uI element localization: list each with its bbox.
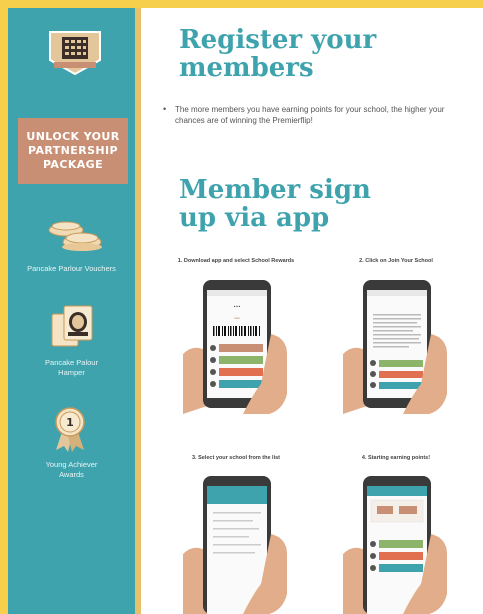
heading-register-members: Register your members <box>179 25 377 83</box>
award-ribbon-icon: 1 <box>55 407 85 452</box>
svg-text:•••: ••• <box>233 304 240 309</box>
step-title-4: 4. Starting earning points! <box>361 455 431 461</box>
svg-text:—: — <box>234 315 240 322</box>
phone-step-2-illustration <box>343 280 447 414</box>
banner-text: UNLOCK YOUR PARTNERSHIP PACKAGE <box>26 130 120 171</box>
phone-step-1-illustration: ••• — <box>183 280 287 414</box>
step-title-3: 3. Select your school from the list <box>191 455 281 461</box>
main-content: Register your members • The more members… <box>141 8 483 614</box>
unlock-package-banner: UNLOCK YOUR PARTNERSHIP PACKAGE <box>18 118 128 184</box>
school-logo-icon <box>49 31 101 76</box>
phone-step-3-illustration <box>183 476 287 614</box>
bullet-dot-icon: • <box>163 104 167 114</box>
document-page: UNLOCK YOUR PARTNERSHIP PACKAGE Pancake … <box>8 8 483 614</box>
step-title-1: 1. Download app and select School Reward… <box>177 258 295 264</box>
bullet-text: The more members you have earning points… <box>175 105 445 125</box>
perk-label-vouchers: Pancake Parlour Vouchers <box>27 264 116 273</box>
svg-text:1: 1 <box>66 416 74 429</box>
hamper-icon <box>51 305 93 347</box>
pancakes-icon <box>48 221 102 251</box>
heading-member-signup: Member sign up via app <box>179 175 371 233</box>
sidebar: UNLOCK YOUR PARTNERSHIP PACKAGE Pancake … <box>8 8 141 614</box>
perk-label-awards: Young Achiever Awards <box>45 460 98 479</box>
step-title-2: 2. Click on Join Your School <box>359 258 433 264</box>
perk-label-hamper: Pancake Palour Hamper <box>45 358 98 377</box>
phone-step-4-illustration <box>343 476 447 614</box>
